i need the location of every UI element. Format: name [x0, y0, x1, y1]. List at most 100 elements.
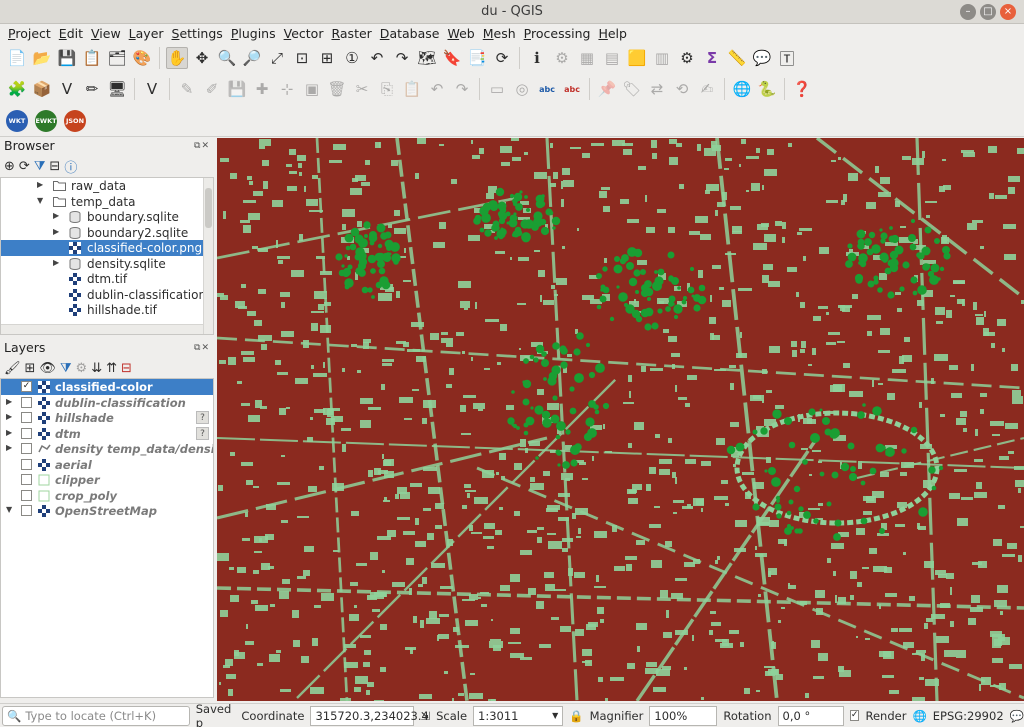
scale-combobox[interactable]: 1:3011 ▼: [473, 705, 564, 726]
change-label-icon[interactable]: ✍: [696, 78, 718, 100]
browser-item[interactable]: dublin-classification.: [1, 287, 213, 303]
expand-arrow-icon[interactable]: ▶: [6, 412, 16, 421]
layer-labeling-icon[interactable]: abc: [536, 78, 558, 100]
expand-arrow-icon[interactable]: ▶: [53, 258, 63, 267]
pan-to-selection-icon[interactable]: ✥: [191, 47, 213, 69]
layer-visibility-checkbox[interactable]: [21, 458, 32, 470]
refresh-icon[interactable]: ⟳: [19, 159, 30, 174]
browser-scrollbar[interactable]: [203, 178, 213, 334]
zoom-full-icon[interactable]: ⤢: [266, 47, 288, 69]
layer-visibility-checkbox[interactable]: [21, 489, 32, 501]
python-console-icon[interactable]: 🐍: [756, 78, 778, 100]
data-source-manager-icon[interactable]: 🧩: [6, 78, 28, 100]
vertex-tool-icon[interactable]: ⊹: [276, 78, 298, 100]
label-tool-icon[interactable]: ▭: [486, 78, 508, 100]
new-print-layout-icon[interactable]: 📋: [81, 47, 103, 69]
show-bookmarks-icon[interactable]: 📑: [466, 47, 488, 69]
deselect-icon[interactable]: ▦: [576, 47, 598, 69]
minimize-button[interactable]: –: [960, 4, 976, 20]
undo-icon[interactable]: ↶: [426, 78, 448, 100]
filter-legend-icon[interactable]: ⧩: [60, 361, 72, 376]
menu-raster[interactable]: Raster: [327, 24, 375, 43]
new-geopackage-layer-icon[interactable]: 📦: [31, 78, 53, 100]
new-map-view-icon[interactable]: 🗺: [416, 47, 438, 69]
filter-expression-icon[interactable]: ⚙: [76, 361, 88, 376]
copy-features-icon[interactable]: ⎘: [376, 78, 398, 100]
layer-item[interactable]: ▶ dublin-classification: [1, 395, 213, 411]
statistics-icon[interactable]: Σ: [701, 47, 723, 69]
move-label-icon[interactable]: ⇄: [646, 78, 668, 100]
menu-vector[interactable]: Vector: [280, 24, 328, 43]
collapse-all-icon[interactable]: ⊟: [49, 159, 60, 174]
menu-edit[interactable]: Edit: [55, 24, 87, 43]
browser-item[interactable]: classified-color.png: [1, 240, 213, 256]
crs-label[interactable]: EPSG:29902: [933, 709, 1004, 723]
zoom-out-icon[interactable]: 🔎: [241, 47, 263, 69]
remove-layer-icon[interactable]: ⊟: [121, 361, 132, 376]
show-hide-labels-icon[interactable]: 🏷: [621, 78, 643, 100]
expand-arrow-icon[interactable]: ▶: [37, 180, 47, 189]
map-tips-icon[interactable]: 💬: [751, 47, 773, 69]
refresh-icon[interactable]: ⟳: [491, 47, 513, 69]
layer-item[interactable]: ▶ dtm?: [1, 426, 213, 442]
maximize-button[interactable]: □: [980, 4, 996, 20]
add-group-icon[interactable]: ⊞: [25, 361, 36, 376]
extents-toggle-icon[interactable]: ⇲: [420, 709, 430, 723]
paste-features-icon[interactable]: 📋: [401, 78, 423, 100]
delete-selected-icon[interactable]: 🗑: [326, 78, 348, 100]
browser-item[interactable]: hillshade.tif: [1, 302, 213, 318]
layer-item[interactable]: ✓ classified-color: [1, 379, 213, 395]
help-contents-icon[interactable]: ❓: [791, 78, 813, 100]
wkt-button[interactable]: WKT: [6, 109, 28, 132]
expand-all-icon[interactable]: ⇊: [91, 361, 102, 376]
layer-visibility-checkbox[interactable]: [21, 427, 32, 439]
expand-arrow-icon[interactable]: ▼: [37, 196, 47, 205]
warning-icon[interactable]: ?: [196, 426, 209, 440]
zoom-last-icon[interactable]: ↶: [366, 47, 388, 69]
zoom-in-icon[interactable]: 🔍: [216, 47, 238, 69]
menu-web[interactable]: Web: [443, 24, 478, 43]
save-edits-icon[interactable]: 💾: [226, 78, 248, 100]
toolbox-icon[interactable]: ⚙: [676, 47, 698, 69]
layer-item[interactable]: ▼ OpenStreetMap: [1, 503, 213, 519]
menu-processing[interactable]: Processing: [520, 24, 595, 43]
crs-icon[interactable]: 🌐: [912, 709, 926, 723]
style-panel-icon[interactable]: 🖌: [4, 361, 21, 376]
zoom-selection-icon[interactable]: ⊡: [291, 47, 313, 69]
rotate-label-icon[interactable]: ⟲: [671, 78, 693, 100]
menu-view[interactable]: View: [87, 24, 125, 43]
expand-arrow-icon[interactable]: ▶: [6, 397, 16, 406]
render-checkbox[interactable]: ✓: [849, 710, 860, 721]
browser-item[interactable]: ▼ temp_data: [1, 194, 213, 210]
locator-input[interactable]: 🔍 Type to locate (Ctrl+K): [2, 705, 190, 726]
layers-tree[interactable]: ✓ classified-color ▶ dublin-classification ▶…: [0, 378, 214, 698]
select-by-expression-icon[interactable]: 🟨: [626, 47, 648, 69]
menu-layer[interactable]: Layer: [125, 24, 168, 43]
table-icon[interactable]: ▥: [651, 47, 673, 69]
map-canvas[interactable]: [217, 138, 1024, 701]
close-button[interactable]: ×: [1000, 4, 1016, 20]
panel-float-close-icons[interactable]: ⧉✕: [194, 141, 210, 151]
layer-visibility-checkbox[interactable]: [21, 505, 32, 516]
layout-manager-icon[interactable]: 🗂: [106, 47, 128, 69]
identify-icon[interactable]: ℹ: [526, 47, 548, 69]
browser-hscrollbar[interactable]: [1, 324, 203, 334]
expand-arrow-icon[interactable]: ▶: [53, 227, 63, 236]
layer-item[interactable]: aerial: [1, 457, 213, 473]
modify-attributes-icon[interactable]: ▣: [301, 78, 323, 100]
collapse-all-icon[interactable]: ⇈: [106, 361, 117, 376]
filter-icon[interactable]: ⧩: [34, 159, 46, 174]
text-annotation-icon[interactable]: 🅃: [776, 47, 798, 69]
toggle-editing-icon[interactable]: ✐: [201, 78, 223, 100]
layer-visibility-checkbox[interactable]: [21, 474, 32, 485]
lock-scale-icon[interactable]: 🔒: [569, 709, 583, 723]
zoom-next-icon[interactable]: ↷: [391, 47, 413, 69]
bookmark-icon[interactable]: 🔖: [441, 47, 463, 69]
menu-database[interactable]: Database: [376, 24, 444, 43]
digitize-icon[interactable]: ✏: [81, 78, 103, 100]
expand-arrow-icon[interactable]: ▶: [53, 211, 63, 220]
expand-arrow-icon[interactable]: ▶: [6, 428, 16, 437]
layer-visibility-checkbox[interactable]: [21, 443, 32, 454]
new-project-icon[interactable]: 📄: [6, 47, 28, 69]
json-button[interactable]: JSON: [64, 109, 86, 132]
